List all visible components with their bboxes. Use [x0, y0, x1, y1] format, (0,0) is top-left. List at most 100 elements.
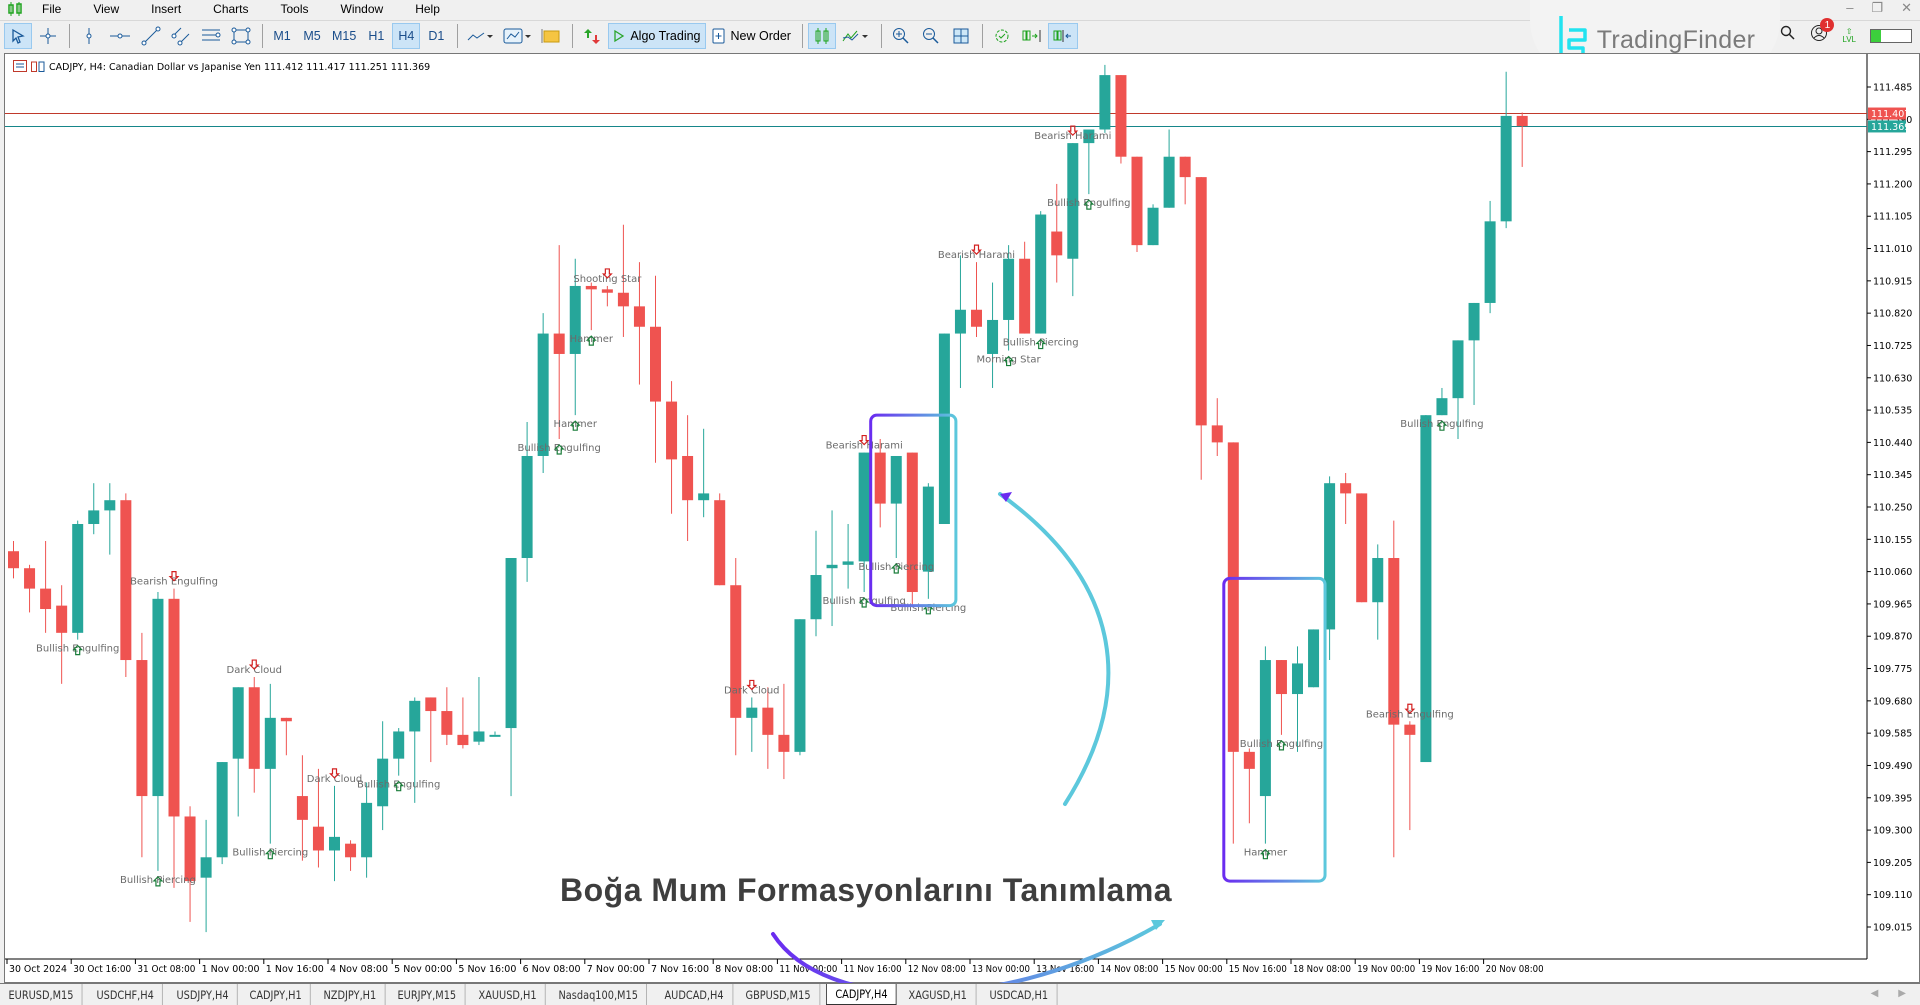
algo-trading-button[interactable]: Algo Trading — [608, 22, 706, 49]
price-tick-label: 109.870 — [1873, 632, 1912, 643]
menu-charts[interactable]: Charts — [203, 2, 258, 16]
chart-tab[interactable]: USDCHF,H4 — [88, 984, 164, 1005]
chart-tab[interactable]: Nasdaq100,M15 — [550, 984, 648, 1005]
price-tick-label: 110.155 — [1873, 535, 1912, 546]
bullish-candle — [264, 717, 276, 769]
fibonacci-button[interactable] — [197, 23, 225, 49]
close-icon[interactable]: ✕ — [1901, 0, 1912, 16]
bearish-candle — [971, 309, 982, 327]
candlestick-chart-button[interactable] — [807, 22, 836, 49]
line-chart-dropdown[interactable] — [838, 23, 874, 49]
chart-shift-button[interactable] — [1047, 22, 1078, 49]
bullish-candle — [826, 564, 838, 569]
chart-tab[interactable]: CADJPY,H4 — [825, 984, 897, 1005]
time-tick-label: 18 Nov 08:00 — [1293, 964, 1351, 975]
menu-file[interactable]: File — [32, 2, 71, 16]
restore-icon[interactable]: ❐ — [1871, 0, 1883, 16]
bearish-candle — [1243, 751, 1255, 769]
crosshair-button[interactable] — [34, 23, 62, 49]
logo-text: TradingFinder — [1596, 25, 1756, 54]
bearish-candle — [56, 605, 68, 633]
cursor-button[interactable] — [4, 22, 32, 49]
menu-insert[interactable]: Insert — [141, 2, 191, 16]
scroll-left-icon[interactable]: ◀ — [1871, 988, 1879, 999]
chart-tab[interactable]: EURUSD,M15 — [0, 984, 83, 1005]
chart-tab[interactable]: USDCAD,H1 — [981, 984, 1058, 1005]
time-tick-label: 5 Nov 16:00 — [458, 964, 516, 975]
one-click-trading-button[interactable] — [578, 23, 606, 49]
timeframe-m15[interactable]: M15 — [328, 23, 360, 49]
price-tick-label: 110.725 — [1873, 341, 1912, 352]
horizontal-line-button[interactable] — [105, 23, 135, 49]
vertical-line-button[interactable] — [75, 23, 103, 49]
scroll-right-icon[interactable]: ▶ — [1898, 988, 1906, 999]
new-order-button[interactable]: New Order — [708, 23, 795, 49]
timeframe-h4[interactable]: H4 — [392, 22, 421, 49]
timeframe-h1[interactable]: H1 — [362, 23, 390, 49]
new-order-icon — [712, 28, 726, 44]
options-button[interactable] — [988, 23, 1016, 49]
menu-window[interactable]: Window — [331, 2, 394, 16]
chart-tab[interactable]: EURJPY,M15 — [389, 984, 466, 1005]
price-tick-label: 109.680 — [1873, 696, 1912, 707]
menu-view[interactable]: View — [83, 2, 129, 16]
zoom-in-icon — [892, 27, 910, 45]
equidistant-channel-button[interactable] — [167, 23, 195, 49]
bullish-candle — [1452, 340, 1464, 399]
search-icon[interactable] — [1780, 25, 1796, 46]
toolbar-separator — [457, 23, 459, 48]
bullish-candle — [1308, 629, 1320, 688]
time-tick-label: 5 Nov 00:00 — [394, 964, 452, 975]
chart-tab[interactable]: GBPUSD,M15 — [737, 984, 821, 1005]
price-chart[interactable]: 111.485111.390111.295111.200111.105111.0… — [5, 54, 1920, 984]
level-progress-bar — [1870, 28, 1912, 43]
chart-tab[interactable]: NZDJPY,H1 — [315, 984, 386, 1005]
chart-tab[interactable]: CADJPY,H1 — [241, 984, 312, 1005]
time-tick-label: 8 Nov 08:00 — [715, 964, 773, 975]
templates-button[interactable] — [537, 23, 565, 49]
autoscroll-button[interactable] — [1018, 23, 1046, 49]
annotation-arrow — [998, 492, 1111, 806]
bullish-candle — [890, 455, 902, 504]
time-tick-label: 30 Oct 2024 — [9, 964, 67, 975]
price-tick-label: 110.060 — [1873, 567, 1912, 578]
timeframe-m5[interactable]: M5 — [298, 23, 326, 49]
chart-tab[interactable]: AUDCAD,H4 — [656, 984, 733, 1005]
shapes-button[interactable] — [227, 23, 255, 49]
timeframe-m1[interactable]: M1 — [268, 23, 296, 49]
indicators-dropdown[interactable] — [499, 23, 535, 49]
price-tick-label: 110.630 — [1873, 373, 1912, 384]
notifications-button[interactable]: 1 — [1810, 18, 1835, 47]
status-area: 1 ⇧ LVL — [1780, 18, 1912, 47]
bullish-candle — [1484, 221, 1496, 303]
price-tick-label: 110.250 — [1873, 503, 1912, 514]
bullish-candle — [1003, 258, 1015, 320]
tile-windows-button[interactable] — [947, 23, 975, 49]
time-tick-label: 6 Nov 08:00 — [523, 964, 581, 975]
price-tick-label: 111.105 — [1873, 212, 1912, 223]
chart-tab[interactable]: XAUUSD,H1 — [470, 984, 546, 1005]
chart-type-dropdown[interactable] — [463, 23, 497, 49]
trendline-icon — [141, 26, 161, 46]
bearish-candle — [425, 697, 437, 712]
level-progress-fill — [1871, 29, 1881, 42]
zoom-out-button[interactable] — [917, 23, 945, 49]
chart-tab[interactable]: USDJPY,H4 — [168, 984, 238, 1005]
pattern-label: Dark Cloud — [724, 685, 779, 696]
bearish-candle — [762, 707, 774, 735]
time-tick-label: 7 Nov 16:00 — [651, 964, 709, 975]
zoom-in-button[interactable] — [887, 23, 915, 49]
chart-tab[interactable]: XAGUSD,H1 — [900, 984, 977, 1005]
trendline-button[interactable] — [137, 23, 165, 49]
time-tick-label: 14 Nov 08:00 — [1100, 964, 1158, 975]
timeframe-d1[interactable]: D1 — [422, 23, 450, 49]
bearish-candle — [714, 500, 726, 586]
bearish-candle — [296, 796, 308, 820]
menu-tools[interactable]: Tools — [271, 2, 319, 16]
chart-window[interactable]: 111.485 111.390 111.295 111.200 111.105 111.0… — [4, 53, 1920, 984]
bearish-candle — [1051, 231, 1063, 256]
line-chart-icon — [842, 28, 870, 44]
price-tick-label: 111.200 — [1873, 179, 1912, 190]
minimize-icon[interactable]: – — [1846, 0, 1853, 16]
menu-help[interactable]: Help — [405, 2, 450, 16]
